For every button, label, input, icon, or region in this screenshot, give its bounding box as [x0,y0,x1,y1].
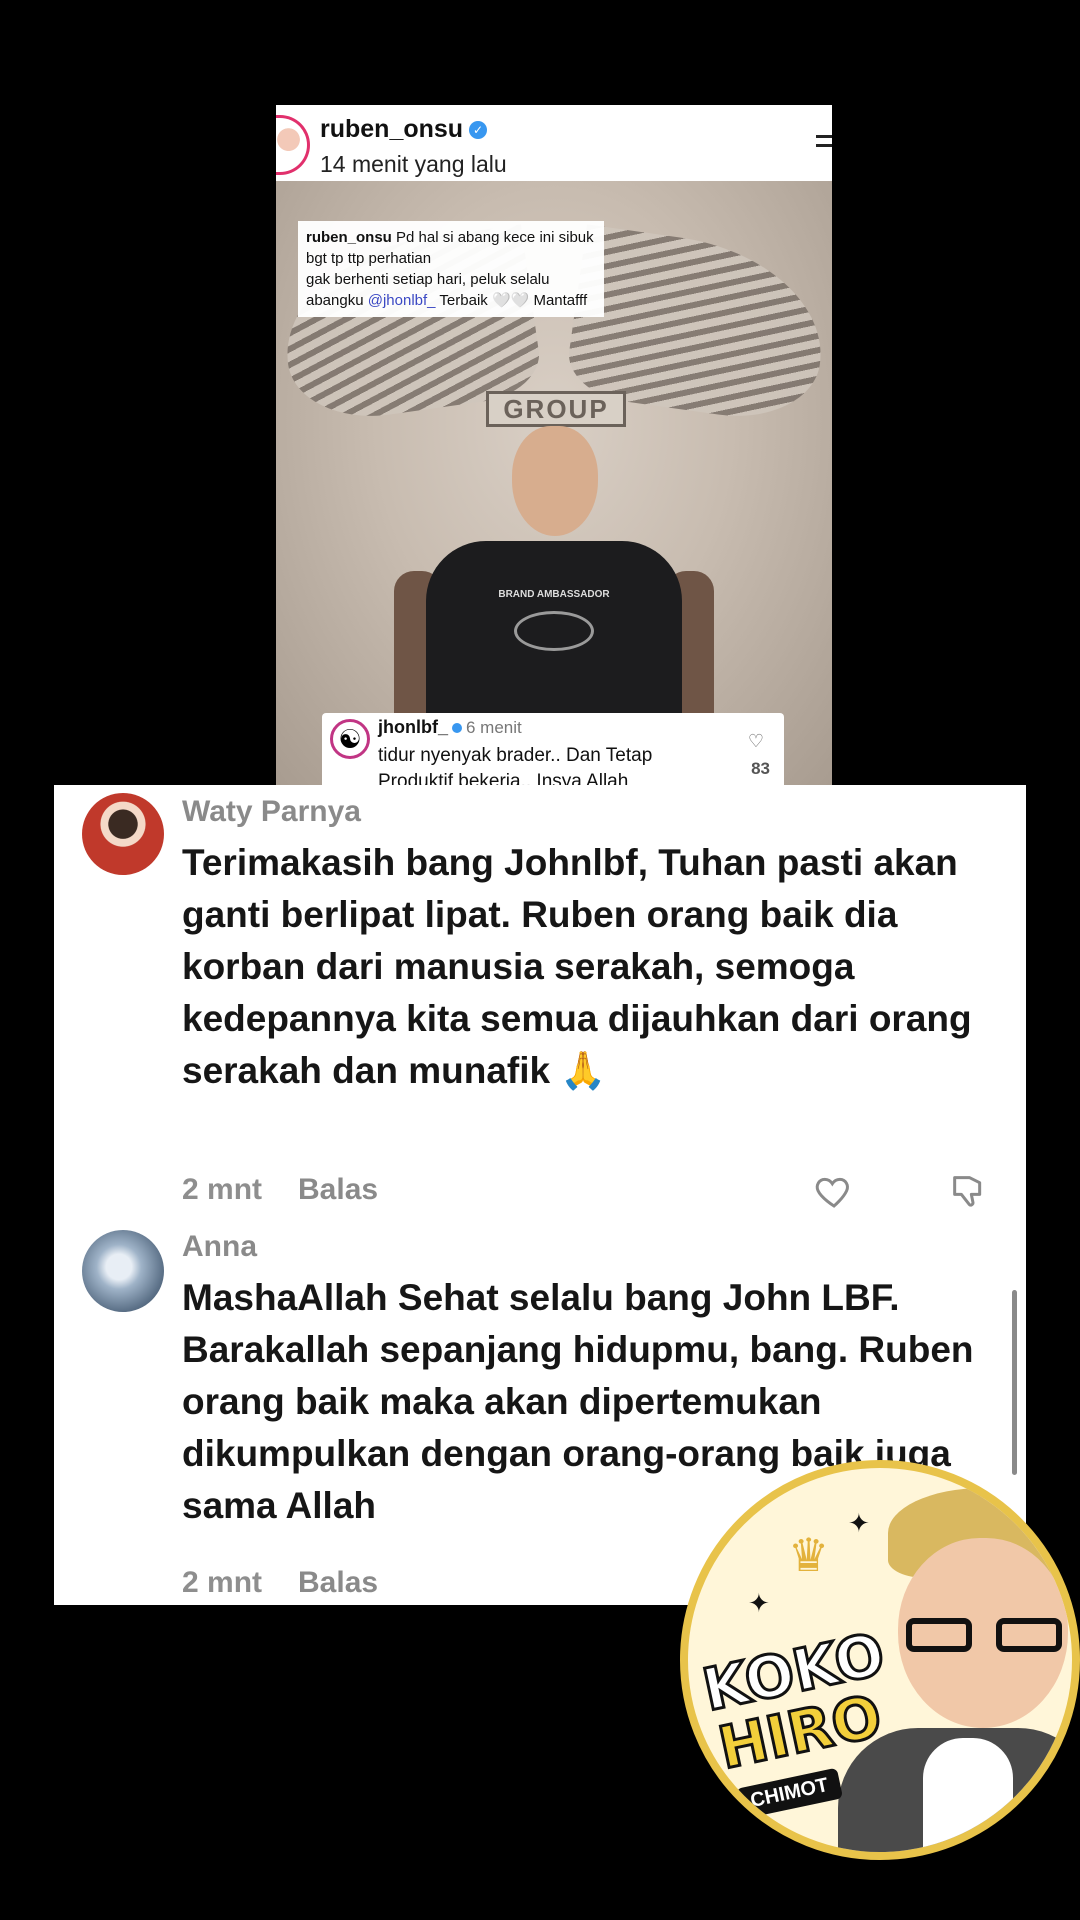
comment-time: 2 mnt [182,1173,263,1206]
story-username-text[interactable]: ruben_onsu [320,115,463,143]
instagram-story-card: ruben_onsu ✓ 14 menit yang lalu GROUP BRA… [276,105,832,785]
reply-time: 6 menit [466,718,522,737]
caption-username: ruben_onsu [306,229,392,246]
comment-meta: 2 mnt Balas [182,1173,378,1207]
story-username[interactable]: ruben_onsu ✓ [320,115,488,144]
crown-icon: ♛ [788,1529,830,1581]
dislike-icon[interactable] [948,1171,988,1211]
koko-hiro-chimot-logo: ♛ ✦ ✦ KOKO HIRO CHIMOT [680,1460,1080,1860]
glasses-icon [906,1618,1066,1652]
reply-like-count: 83 [751,759,770,778]
group-sign: GROUP [486,391,626,427]
caption-line-3-prefix: abangku [306,292,364,309]
person-head [512,426,598,536]
reply-header: jhonlbf_ 6 menit [378,717,522,738]
comment-text: Terimakasih bang Johnlbf, Tuhan pasti ak… [182,842,972,1091]
comment-time: 2 mnt [182,1566,263,1599]
story-reply-comment: ☯ jhonlbf_ 6 menit tidur nyenyak brader..… [322,713,784,785]
menu-icon[interactable] [816,135,832,153]
sparkle-icon: ✦ [748,1588,770,1618]
story-avatar[interactable] [276,115,310,175]
story-photo: GROUP BRAND AMBASSADOR ruben_onsu Pd hal… [276,181,832,785]
comment-meta: 2 mnt Balas [182,1566,378,1600]
story-caption: ruben_onsu Pd hal si abang kece ini sibu… [298,221,604,317]
like-heart-icon[interactable] [814,1171,854,1211]
story-header: ruben_onsu ✓ 14 menit yang lalu [276,105,832,181]
caption-mention-link[interactable]: @jhonlbf_ [368,292,436,309]
reply-text: tidur nyenyak brader.. Dan Tetap Produkt… [378,745,653,785]
yin-yang-avatar-icon[interactable]: ☯ [330,719,370,759]
commenter-name[interactable]: Waty Parnya [182,795,361,829]
sticker-shirt [923,1738,1013,1852]
comments-scrollbar[interactable] [1012,1290,1017,1475]
reply-username[interactable]: jhonlbf_ [378,717,448,737]
reply-button[interactable]: Balas [298,1173,378,1206]
verified-dot-icon [452,723,462,734]
reply-button[interactable]: Balas [298,1566,378,1599]
caption-line-3-suffix: Terbaik 🤍🤍 Mantafff [439,292,588,309]
commenter-name[interactable]: Anna [182,1230,257,1264]
commenter-avatar[interactable] [82,793,164,875]
sparkle-icon: ✦ [848,1508,870,1538]
reply-heart-icon[interactable]: ♡ [748,731,764,752]
caption-line-2: gak berhenti setiap hari, peluk selalu [306,271,550,288]
shirt-logo [514,611,594,651]
verified-badge-icon: ✓ [469,121,488,140]
commenter-avatar[interactable] [82,1230,164,1312]
shirt-text: BRAND AMBASSADOR [498,589,610,600]
story-timestamp: 14 menit yang lalu [320,151,507,177]
